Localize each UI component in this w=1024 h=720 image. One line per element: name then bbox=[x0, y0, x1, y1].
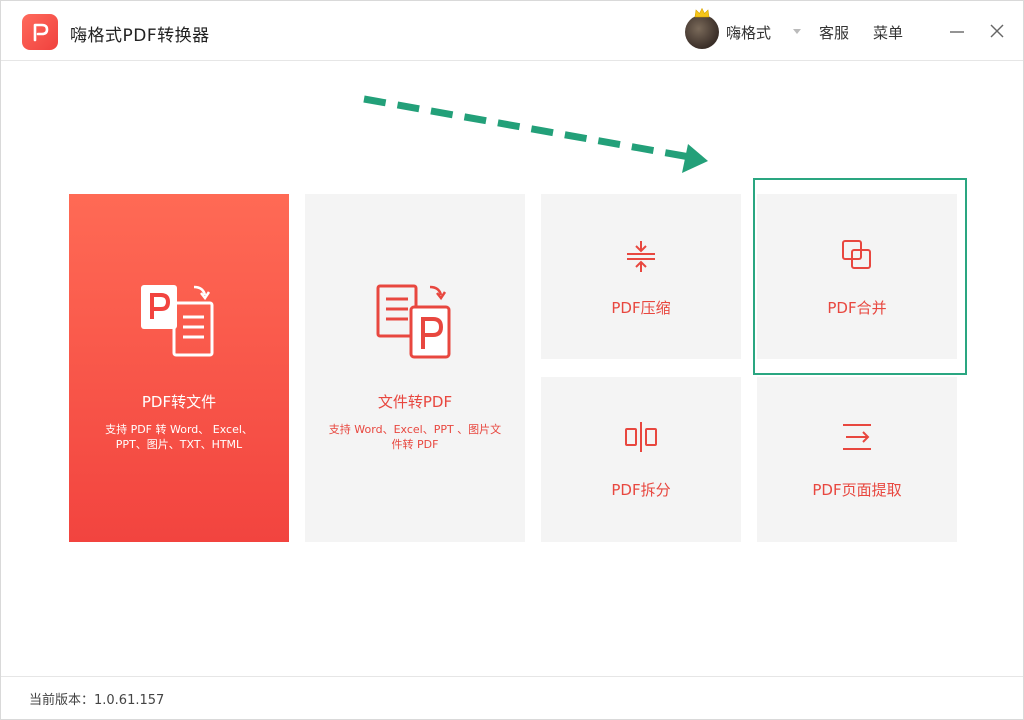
pdf-compress-label: PDF压缩 bbox=[611, 299, 671, 317]
file-to-pdf-tile[interactable]: 文件转PDF 支持 Word、Excel、PPT 、图片文 件转 PDF bbox=[305, 194, 525, 542]
pdf-compress-tile[interactable]: PDF压缩 bbox=[541, 194, 741, 359]
file-to-pdf-desc-1: 支持 Word、Excel、PPT 、图片文 bbox=[328, 423, 502, 436]
pdf-to-file-icon bbox=[141, 285, 214, 357]
pdf-merge-tile[interactable]: PDF合并 bbox=[757, 194, 957, 359]
pdf-split-tile[interactable]: PDF拆分 bbox=[541, 377, 741, 542]
app-logo-icon bbox=[22, 14, 58, 50]
footer-bar: 当前版本：1.0.61.157 bbox=[1, 676, 1023, 719]
menu-link[interactable]: 菜单 bbox=[873, 22, 903, 43]
close-icon[interactable] bbox=[987, 21, 1007, 41]
extract-icon bbox=[843, 424, 871, 450]
pdf-extract-tile[interactable]: PDF页面提取 bbox=[757, 377, 957, 542]
crown-icon bbox=[694, 8, 710, 18]
file-to-pdf-icon bbox=[376, 284, 451, 359]
annotation-arrow-icon bbox=[363, 95, 708, 173]
pdf-extract-label: PDF页面提取 bbox=[812, 481, 902, 499]
split-icon bbox=[625, 422, 657, 452]
minimize-icon[interactable] bbox=[947, 21, 967, 41]
file-to-pdf-label: 文件转PDF bbox=[377, 393, 453, 411]
app-window: 嗨格式PDF转换器 嗨格式 客服 菜单 PDF转文件 支持 PDF 转 Word… bbox=[0, 0, 1024, 720]
pdf-to-file-desc-2: PPT、图片、TXT、HTML bbox=[115, 438, 243, 451]
app-title: 嗨格式PDF转换器 bbox=[70, 26, 210, 46]
pdf-to-file-desc-1: 支持 PDF 转 Word、 Excel、 bbox=[105, 423, 253, 436]
merge-icon bbox=[842, 240, 871, 269]
pdf-to-file-label: PDF转文件 bbox=[141, 393, 217, 411]
compress-icon bbox=[627, 241, 655, 272]
user-avatar[interactable] bbox=[685, 8, 719, 49]
caret-down-icon[interactable] bbox=[792, 28, 802, 36]
title-bar: 嗨格式PDF转换器 嗨格式 客服 菜单 bbox=[1, 1, 1023, 61]
pdf-split-label: PDF拆分 bbox=[611, 481, 671, 499]
pdf-to-file-tile[interactable]: PDF转文件 支持 PDF 转 Word、 Excel、 PPT、图片、TXT、… bbox=[69, 194, 289, 542]
customer-service-link[interactable]: 客服 bbox=[819, 22, 849, 43]
pdf-merge-label: PDF合并 bbox=[827, 299, 887, 317]
file-to-pdf-desc-2: 件转 PDF bbox=[391, 438, 439, 451]
username-label[interactable]: 嗨格式 bbox=[726, 22, 771, 43]
version-label: 当前版本：1.0.61.157 bbox=[29, 693, 165, 708]
